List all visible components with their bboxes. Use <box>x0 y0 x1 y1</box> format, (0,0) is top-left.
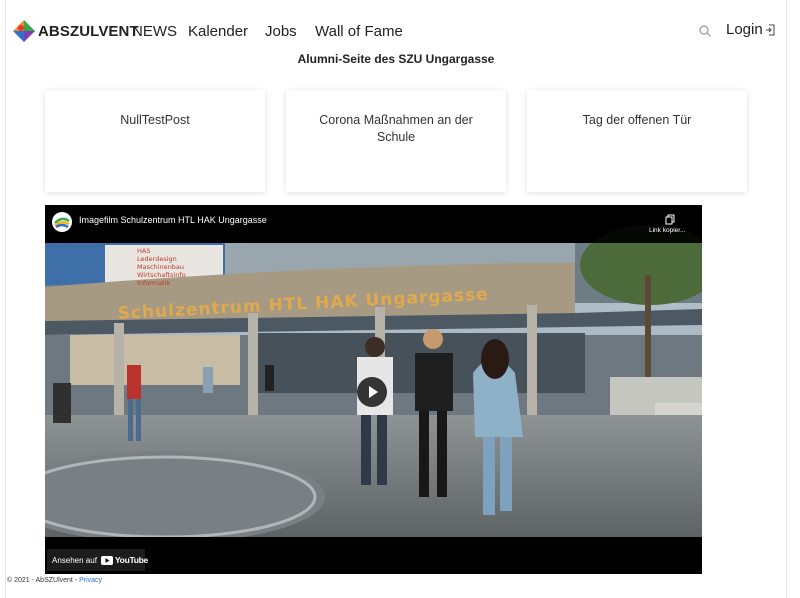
login-label: Login <box>726 21 763 38</box>
poster-line: Lederdesign <box>137 255 177 263</box>
poster-line: HAS <box>137 247 150 255</box>
nav-item-jobs[interactable]: Jobs <box>265 23 297 40</box>
poster-line: Wirtschaftsinfo <box>137 271 186 279</box>
nav-item-kalender[interactable]: Kalender <box>188 23 248 40</box>
news-card-title: Corona Maßnahmen an der Schule <box>319 113 473 144</box>
page-border-right <box>786 0 787 598</box>
login-link[interactable]: Login <box>726 21 775 38</box>
news-card[interactable]: NullTestPost <box>45 90 265 192</box>
footer: © 2021 - AbSZUlvent - Privacy <box>7 577 102 584</box>
brand-name: ABSZULVENT <box>38 22 139 40</box>
page-border-left <box>5 0 6 598</box>
page-title: Alumni-Seite des SZU Ungargasse <box>297 52 495 66</box>
poster-line: Maschinenbau <box>137 263 184 271</box>
login-icon <box>765 24 775 35</box>
brand-logo-icon <box>12 19 36 43</box>
nav-item-news[interactable]: NEWS <box>132 23 177 40</box>
building-sign: Schulzentrum HTL HAK Ungargasse HAS Lede… <box>117 247 489 324</box>
news-card[interactable]: Corona Maßnahmen an der Schule <box>286 90 506 192</box>
nav-item-wall-of-fame[interactable]: Wall of Fame <box>315 23 403 40</box>
news-card-title: Tag der offenen Tür <box>582 113 692 127</box>
privacy-link[interactable]: Privacy <box>79 577 102 584</box>
search-icon[interactable] <box>698 24 712 38</box>
building-sign-text: Schulzentrum HTL HAK Ungargasse <box>117 284 489 323</box>
footer-text: © 2021 - AbSZUlvent - <box>7 577 80 584</box>
news-card[interactable]: Tag der offenen Tür <box>527 90 747 192</box>
page: ABSZULVENT NEWS Kalender Jobs Wall of Fa… <box>0 0 800 598</box>
news-card-title: NullTestPost <box>120 113 190 127</box>
video-player[interactable]: Imagefilm Schulzentrum HTL HAK Ungargass… <box>45 205 702 574</box>
brand-logo-link[interactable]: ABSZULVENT <box>12 19 139 43</box>
poster-line: Informatik <box>137 279 171 287</box>
navbar: ABSZULVENT <box>12 16 139 46</box>
